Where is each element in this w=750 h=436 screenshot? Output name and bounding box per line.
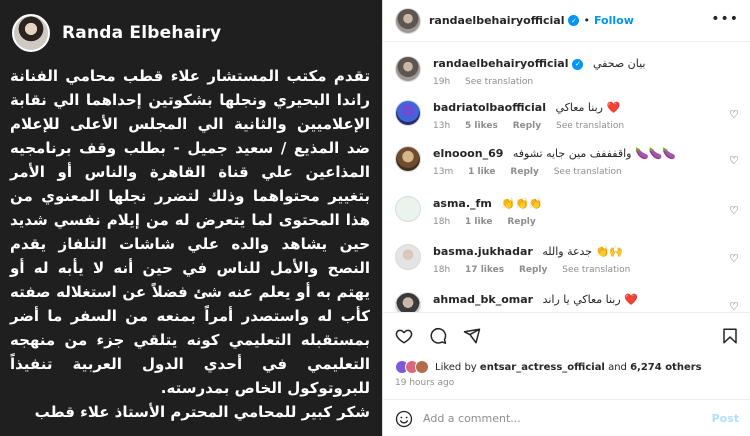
comment-time: 18h: [433, 265, 451, 275]
liked-by-prefix: Liked by: [435, 361, 477, 373]
comment-avatar[interactable]: [395, 196, 421, 222]
statement-paragraph: تقدم مكتب المستشار علاء قطب محامي الفنان…: [10, 67, 370, 397]
comment-time: 13m: [433, 167, 454, 177]
heart-outline-icon[interactable]: ♡: [729, 301, 739, 312]
add-comment-input[interactable]: [423, 412, 712, 425]
comment-time: 19h: [433, 77, 451, 87]
comments-list[interactable]: randaelbehairyofficial ✓ بيان صحفي 19h Se…: [383, 42, 750, 312]
comment-text: بيان صحفي: [592, 57, 646, 70]
liked-by-and: and: [608, 361, 627, 373]
reply-button[interactable]: Reply: [510, 167, 538, 177]
reply-button[interactable]: Reply: [513, 121, 541, 131]
heart-outline-icon[interactable]: ♡: [729, 155, 739, 166]
liker-avatar: [415, 360, 429, 374]
comment-text: 👏👏👏: [501, 197, 543, 210]
liked-by-summary[interactable]: Liked by entsar_actress_official and 6,2…: [395, 360, 702, 374]
comment-time: 13h: [433, 121, 451, 131]
see-translation-link[interactable]: See translation: [562, 265, 630, 275]
comment-bubble-icon[interactable]: [429, 327, 447, 345]
comment-avatar[interactable]: [395, 100, 421, 126]
header-separator: •: [583, 14, 590, 27]
post-timestamp[interactable]: 19 hours ago: [395, 378, 454, 388]
see-translation-link[interactable]: See translation: [554, 167, 622, 177]
image-statement-text: تقدم مكتب المستشار علاء قطب محامي الفنان…: [10, 64, 370, 424]
comment-username[interactable]: randaelbehairyofficial: [433, 57, 568, 70]
image-author: Randa Elbehairy: [12, 14, 221, 52]
comment-avatar[interactable]: [395, 292, 421, 312]
comment-likes-count[interactable]: 1 like: [468, 167, 495, 177]
verified-badge-icon: ✓: [572, 58, 584, 70]
comment-avatar[interactable]: [395, 146, 421, 172]
post-image[interactable]: Randa Elbehairy تقدم مكتب المستشار علاء …: [0, 0, 382, 436]
author-avatar[interactable]: [395, 7, 421, 34]
emoji-icon[interactable]: [395, 410, 413, 428]
share-paper-plane-icon[interactable]: [463, 327, 481, 345]
comment-avatar[interactable]: [395, 56, 421, 82]
comment-text: ربنا معاكي ❤️: [555, 101, 621, 114]
follow-button[interactable]: Follow: [594, 14, 634, 27]
image-author-name: Randa Elbehairy: [62, 23, 222, 43]
comment-likes-count[interactable]: 17 likes: [465, 265, 504, 275]
heart-outline-icon[interactable]: ♡: [729, 205, 739, 216]
see-translation-link[interactable]: See translation: [465, 77, 533, 87]
comment-username[interactable]: basma.jukhadar: [433, 245, 533, 258]
post-side-panel: randaelbehairyofficial ✓ • Follow ••• ra…: [382, 0, 750, 436]
heart-outline-icon[interactable]: ♡: [729, 253, 739, 264]
comment-username[interactable]: asma._fm: [433, 197, 492, 210]
reply-button[interactable]: Reply: [519, 265, 547, 275]
reply-button[interactable]: Reply: [507, 217, 535, 227]
comment-username[interactable]: ahmad_bk_omar: [433, 293, 533, 306]
bookmark-icon[interactable]: [721, 327, 739, 345]
comment-likes-count[interactable]: 5 likes: [465, 121, 498, 131]
add-comment-bar: Post: [383, 399, 750, 436]
comment-text: ربنا معاكي يا راند ❤️: [542, 293, 638, 306]
liked-by-others[interactable]: 6,274 others: [630, 362, 702, 373]
liked-by-username[interactable]: entsar_actress_official: [480, 362, 605, 373]
image-author-avatar: [12, 14, 50, 52]
more-horizontal-icon[interactable]: •••: [711, 12, 739, 26]
comment-likes-count[interactable]: 1 like: [465, 217, 492, 227]
like-heart-icon[interactable]: [395, 327, 413, 345]
post-actions: Liked by entsar_actress_official and 6,2…: [383, 312, 750, 436]
comment-time: 18h: [433, 217, 451, 227]
post-header: randaelbehairyofficial ✓ • Follow •••: [383, 0, 750, 42]
post-comment-button[interactable]: Post: [712, 412, 739, 425]
statement-thanks: شكر كبير للمحامي المحترم الأستاذ علاء قط…: [34, 403, 370, 421]
see-translation-link[interactable]: See translation: [556, 121, 624, 131]
comment-username[interactable]: elnooon_69: [433, 147, 503, 160]
comment-username[interactable]: badriatolbaofficial: [433, 101, 546, 114]
comment-text: جدعة والله 👏🙌: [542, 245, 623, 258]
heart-outline-icon[interactable]: ♡: [729, 109, 739, 120]
comment-avatar[interactable]: [395, 244, 421, 270]
author-username[interactable]: randaelbehairyofficial: [429, 14, 564, 27]
verified-badge-icon: ✓: [568, 15, 580, 26]
comment-text: واقفففف مين جايه تشوفه 🍆🍆🍆: [512, 147, 677, 160]
